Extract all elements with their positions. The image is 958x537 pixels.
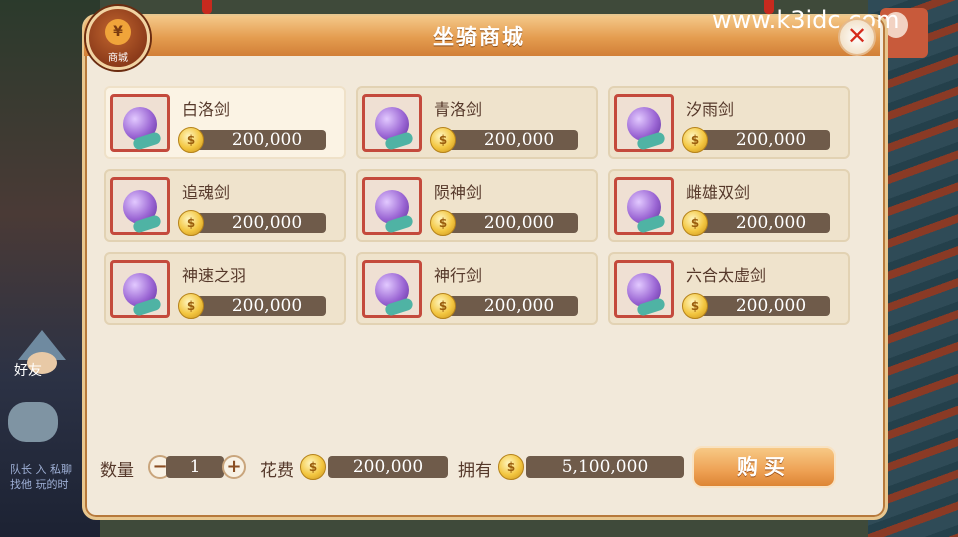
- item-icon: [362, 94, 422, 152]
- item-icon: [110, 260, 170, 318]
- lantern-icon: [202, 0, 212, 14]
- coin-icon: $: [682, 210, 708, 236]
- shop-item-card[interactable]: 白洛剑 $200,000: [104, 86, 346, 159]
- buy-button[interactable]: 购买: [692, 446, 836, 488]
- coin-icon: $: [498, 454, 524, 480]
- price-bar: $200,000: [682, 293, 830, 319]
- coin-icon: $: [178, 210, 204, 236]
- price-bar: $200,000: [682, 127, 830, 153]
- item-name: 神行剑: [434, 266, 483, 285]
- friend-label: 好友: [14, 363, 42, 379]
- coin-icon: $: [682, 127, 708, 153]
- shop-item-card[interactable]: 追魂剑 $200,000: [104, 169, 346, 242]
- item-price: 200,000: [231, 213, 303, 233]
- purchase-bar: 数量 − 1 + 花费 $ 200,000 拥有 $ 5,100,000 购买: [100, 446, 860, 488]
- item-name: 白洛剑: [182, 100, 231, 119]
- price-bar: $200,000: [430, 210, 578, 236]
- price-bar: $200,000: [430, 293, 578, 319]
- coin-icon: $: [178, 293, 204, 319]
- shop-item-card[interactable]: 神行剑 $200,000: [356, 252, 598, 325]
- shop-item-card[interactable]: 陨神剑 $200,000: [356, 169, 598, 242]
- money-bag-icon: ¥: [105, 19, 131, 45]
- mall-badge: ¥ 商城: [86, 6, 150, 70]
- mall-label: 商城: [108, 53, 128, 64]
- coin-icon: $: [430, 293, 456, 319]
- item-icon: [614, 177, 674, 235]
- item-name: 陨神剑: [434, 183, 483, 202]
- item-name: 追魂剑: [182, 183, 231, 202]
- price-bar: $200,000: [430, 127, 578, 153]
- chat-bubble-icon[interactable]: [8, 402, 58, 442]
- shop-item-card[interactable]: 青洛剑 $200,000: [356, 86, 598, 159]
- item-icon: [614, 260, 674, 318]
- item-icon: [110, 177, 170, 235]
- coin-icon: $: [430, 210, 456, 236]
- shop-item-card[interactable]: 汐雨剑 $200,000: [608, 86, 850, 159]
- item-price: 200,000: [735, 296, 807, 316]
- coin-icon: $: [300, 454, 326, 480]
- item-name: 雌雄双剑: [686, 183, 751, 202]
- cost-value: 200,000: [328, 456, 448, 478]
- price-bar: $200,000: [178, 127, 326, 153]
- quantity-value[interactable]: 1: [166, 456, 224, 478]
- item-name: 汐雨剑: [686, 100, 735, 119]
- item-name: 六合太虚剑: [686, 266, 767, 285]
- quantity-label: 数量: [100, 461, 134, 481]
- shop-item-card[interactable]: 雌雄双剑 $200,000: [608, 169, 850, 242]
- price-bar: $200,000: [682, 210, 830, 236]
- item-price: 200,000: [483, 213, 555, 233]
- coin-icon: $: [682, 293, 708, 319]
- owned-value: 5,100,000: [526, 456, 684, 478]
- shop-item-card[interactable]: 六合太虚剑 $200,000: [608, 252, 850, 325]
- item-icon: [614, 94, 674, 152]
- background-chat-text: 队长 入 私聊找他 玩的时: [10, 463, 72, 491]
- item-name: 青洛剑: [434, 100, 483, 119]
- item-name: 神速之羽: [182, 266, 247, 285]
- close-button[interactable]: ✕: [838, 18, 876, 56]
- item-price: 200,000: [735, 130, 807, 150]
- coin-icon: $: [430, 127, 456, 153]
- owned-label: 拥有: [458, 461, 492, 481]
- price-bar: $200,000: [178, 210, 326, 236]
- item-price: 200,000: [231, 296, 303, 316]
- item-price: 200,000: [483, 296, 555, 316]
- item-icon: [362, 260, 422, 318]
- price-bar: $200,000: [178, 293, 326, 319]
- item-price: 200,000: [735, 213, 807, 233]
- item-price: 200,000: [231, 130, 303, 150]
- coin-icon: $: [178, 127, 204, 153]
- item-icon: [362, 177, 422, 235]
- shop-item-card[interactable]: 神速之羽 $200,000: [104, 252, 346, 325]
- cost-label: 花费: [260, 461, 294, 481]
- item-price: 200,000: [483, 130, 555, 150]
- item-icon: [110, 94, 170, 152]
- quantity-increase-button[interactable]: +: [222, 455, 246, 479]
